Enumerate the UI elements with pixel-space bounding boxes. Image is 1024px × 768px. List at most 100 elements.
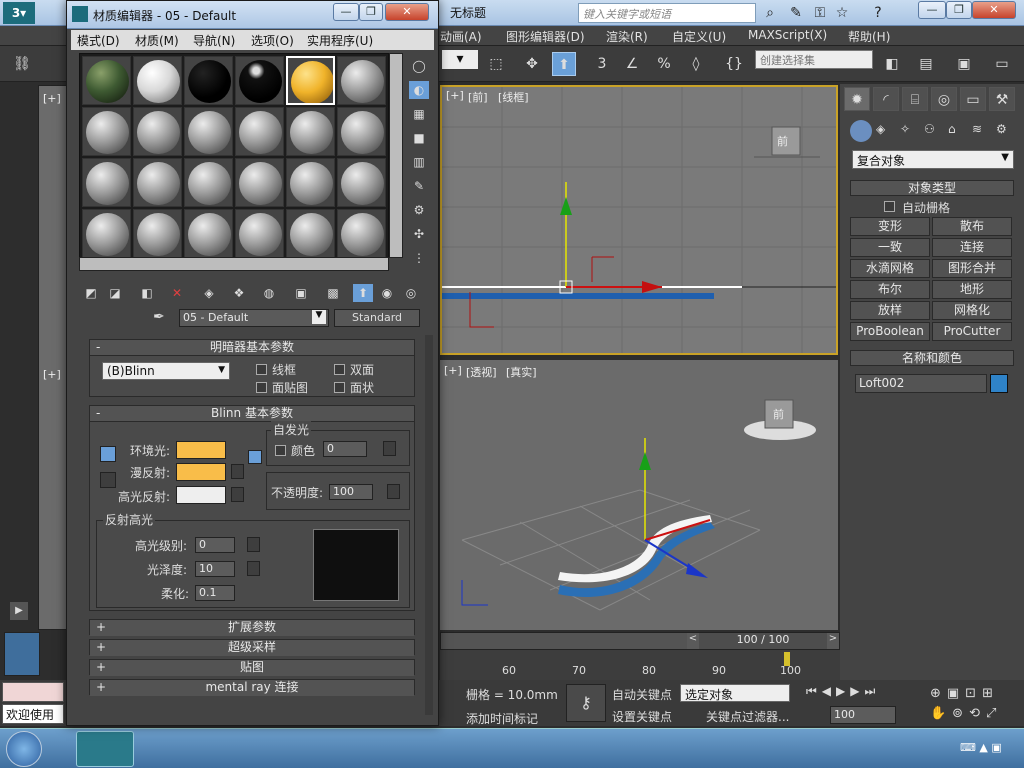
mirror-icon[interactable]: ◧ bbox=[880, 52, 904, 76]
viewport-plus-menu[interactable]: [+] bbox=[446, 89, 464, 102]
blobmesh-button[interactable]: 水滴网格 bbox=[850, 259, 930, 278]
mesher-button[interactable]: 网格化 bbox=[932, 301, 1012, 320]
soften-spinner[interactable]: 0.1 bbox=[195, 585, 235, 601]
proboolean-button[interactable]: ProBoolean bbox=[850, 322, 930, 341]
viewport-shading-menu[interactable]: [线框] bbox=[498, 89, 529, 105]
ambient-color-swatch[interactable] bbox=[176, 441, 226, 459]
reset-map-icon[interactable]: ✕ bbox=[167, 284, 187, 302]
search-input[interactable]: 键入关键字或短语 bbox=[578, 3, 756, 23]
sample-slot[interactable] bbox=[235, 209, 284, 258]
layer-manager-icon[interactable]: ▣ bbox=[952, 52, 976, 76]
material-id-channel-icon[interactable]: ◍ bbox=[259, 284, 279, 302]
time-slider-prev-icon[interactable]: < bbox=[687, 633, 699, 649]
extended-params-rollout[interactable]: + 扩展参数 bbox=[89, 619, 415, 636]
sample-slot[interactable] bbox=[82, 209, 131, 258]
maps-rollout[interactable]: + 贴图 bbox=[89, 659, 415, 676]
lights-category-icon[interactable]: ✧ bbox=[900, 122, 910, 136]
sample-slot[interactable] bbox=[337, 209, 386, 258]
faceted-checkbox[interactable] bbox=[334, 382, 345, 393]
material-editor-title-bar[interactable]: 材质编辑器 - 05 - Default — ❐ ✕ bbox=[67, 1, 438, 29]
sample-slot-camo[interactable] bbox=[82, 56, 131, 105]
object-color-swatch[interactable] bbox=[990, 374, 1008, 393]
binoculars-icon[interactable]: ⌕ bbox=[760, 3, 780, 23]
link-icon[interactable]: ⛓ bbox=[10, 52, 34, 76]
time-slider[interactable]: < 100 / 100 > bbox=[440, 632, 840, 650]
video-color-check-icon[interactable]: ▥ bbox=[409, 153, 429, 171]
sample-slot[interactable] bbox=[82, 158, 131, 207]
snap-3d-icon[interactable]: 3 bbox=[590, 52, 614, 76]
auto-key-button[interactable]: 自动关键点 bbox=[612, 686, 672, 703]
cameras-category-icon[interactable]: ⚇ bbox=[924, 122, 935, 136]
make-preview-icon[interactable]: ✎ bbox=[409, 177, 429, 195]
menu-help[interactable]: 帮助(H) bbox=[848, 28, 890, 45]
connect-button[interactable]: 连接 bbox=[932, 238, 1012, 257]
persp-view-menu[interactable]: [透视] bbox=[466, 364, 497, 380]
sample-slot[interactable] bbox=[82, 107, 131, 156]
close-button[interactable]: ✕ bbox=[972, 1, 1016, 19]
star-icon[interactable]: ☆ bbox=[832, 3, 852, 23]
diffuse-color-swatch[interactable] bbox=[176, 463, 226, 481]
menu-options[interactable]: 选项(O) bbox=[251, 32, 294, 49]
make-unique-icon[interactable]: ◈ bbox=[199, 284, 219, 302]
sample-vertical-scrollbar[interactable] bbox=[389, 53, 403, 258]
systems-category-icon[interactable]: ⚙ bbox=[996, 122, 1007, 136]
maxscript-listener-field[interactable] bbox=[2, 682, 64, 702]
key-mode-dropdown[interactable]: 选定对象 bbox=[680, 684, 790, 702]
material-type-button[interactable]: Standard bbox=[334, 309, 420, 327]
align-icon[interactable]: ▤ bbox=[914, 52, 938, 76]
front-viewport[interactable]: [+] [前] [线框] 前 bbox=[440, 85, 838, 355]
time-slider-thumb[interactable]: 100 / 100 bbox=[699, 633, 827, 649]
procutter-button[interactable]: ProCutter bbox=[932, 322, 1012, 341]
persp-viewcube-label[interactable]: 前 bbox=[773, 406, 784, 422]
edit-named-selection-icon[interactable]: {} bbox=[722, 52, 746, 76]
scatter-button[interactable]: 散布 bbox=[932, 217, 1012, 236]
self-illum-map-button[interactable] bbox=[383, 441, 396, 456]
glossiness-spinner[interactable]: 10 bbox=[195, 561, 235, 577]
two-sided-checkbox[interactable] bbox=[334, 364, 345, 375]
sample-slot[interactable] bbox=[184, 107, 233, 156]
show-end-result-icon[interactable]: ▩ bbox=[323, 284, 343, 302]
wire-checkbox[interactable] bbox=[256, 364, 267, 375]
opacity-map-button[interactable] bbox=[387, 484, 400, 499]
rotate-select-icon[interactable]: ⬆ bbox=[552, 52, 576, 76]
conform-button[interactable]: 一致 bbox=[850, 238, 930, 257]
sample-uv-tiling-icon[interactable]: ■ bbox=[409, 129, 429, 147]
sample-slot-black[interactable] bbox=[184, 56, 233, 105]
sample-slot[interactable] bbox=[184, 158, 233, 207]
go-forward-to-sibling-icon[interactable]: ◉ bbox=[377, 284, 397, 302]
sample-slot[interactable] bbox=[337, 158, 386, 207]
viewport-plus-label[interactable]: [+] bbox=[43, 92, 61, 105]
menu-animation[interactable]: 动画(A) bbox=[440, 28, 482, 45]
shapemerge-button[interactable]: 图形合并 bbox=[932, 259, 1012, 278]
viewport-view-menu[interactable]: [前] bbox=[468, 89, 488, 105]
mental-ray-rollout[interactable]: + mental ray 连接 bbox=[89, 679, 415, 696]
start-button[interactable] bbox=[6, 731, 42, 767]
spacewarps-category-icon[interactable]: ≋ bbox=[972, 122, 982, 136]
select-filter-dropdown[interactable]: ▾ bbox=[442, 50, 478, 69]
morph-button[interactable]: 变形 bbox=[850, 217, 930, 236]
terrain-button[interactable]: 地形 bbox=[932, 280, 1012, 299]
menu-customize[interactable]: 自定义(U) bbox=[672, 28, 726, 45]
select-by-material-icon[interactable]: ✣ bbox=[409, 225, 429, 243]
lock-icon[interactable] bbox=[248, 450, 262, 464]
sample-slot-white[interactable] bbox=[133, 56, 182, 105]
pick-material-icon[interactable]: ◎ bbox=[401, 284, 421, 302]
key-filters-button[interactable]: 关键点过滤器... bbox=[706, 708, 789, 725]
lock-ambient-diffuse-button[interactable] bbox=[100, 446, 116, 462]
spinner-snap-icon[interactable]: ◊ bbox=[684, 52, 708, 76]
mated-minimize-button[interactable]: — bbox=[333, 3, 359, 21]
sample-slot[interactable] bbox=[133, 158, 182, 207]
shader-type-dropdown[interactable]: (B)Blinn ▼ bbox=[102, 362, 230, 380]
percent-snap-icon[interactable]: % bbox=[652, 52, 676, 76]
set-key-button[interactable]: 设置关键点 bbox=[612, 708, 672, 725]
specular-map-button[interactable] bbox=[231, 487, 244, 502]
utilities-tab-icon[interactable]: ⚒ bbox=[989, 87, 1015, 111]
material-name-field[interactable]: 05 - Default ▼ bbox=[179, 309, 329, 327]
named-selection-set-dropdown[interactable]: 创建选择集 bbox=[755, 50, 873, 69]
menu-utilities[interactable]: 实用程序(U) bbox=[307, 32, 373, 49]
sample-slot[interactable] bbox=[133, 107, 182, 156]
supersampling-rollout[interactable]: + 超级采样 bbox=[89, 639, 415, 656]
add-time-tag-button[interactable]: 添加时间标记 bbox=[466, 710, 538, 727]
category-dropdown[interactable]: 复合对象 ▼ bbox=[852, 150, 1014, 169]
helpers-category-icon[interactable]: ⌂ bbox=[948, 122, 956, 136]
